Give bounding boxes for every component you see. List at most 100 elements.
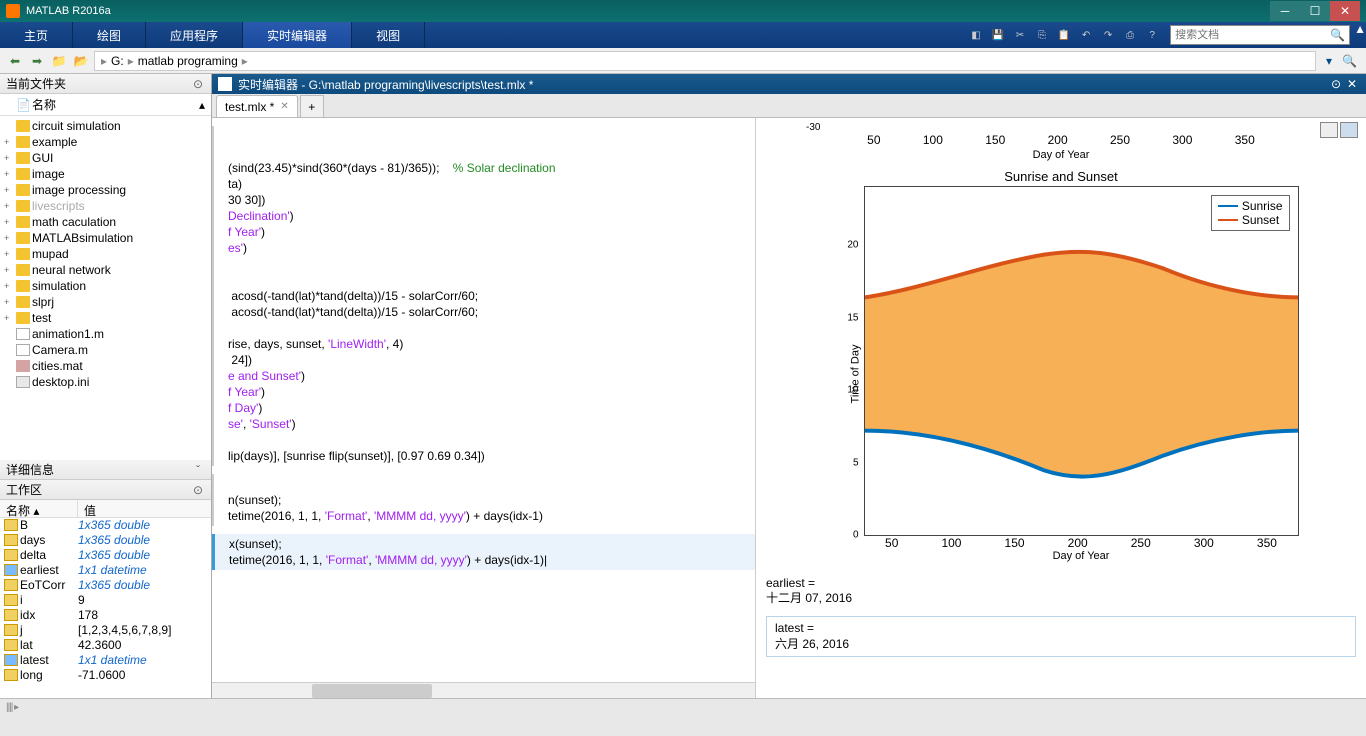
code-horizontal-scrollbar[interactable] [212,682,755,698]
editor-close-icon[interactable]: ✕ [1344,77,1360,91]
workspace-var[interactable]: long-71.0600 [0,668,211,683]
editor-menu-icon[interactable]: ⊙ [1328,77,1344,91]
editor-header: 实时编辑器 - G:\matlab programing\livescripts… [212,74,1366,94]
redo-icon[interactable]: ↷ [1098,25,1118,45]
ribbon-collapse-icon[interactable]: ▲ [1354,22,1366,48]
tree-item[interactable]: +image [0,166,211,182]
app-title: MATLAB R2016a [26,5,1270,17]
tree-item[interactable]: +example [0,134,211,150]
tree-item[interactable]: +simulation [0,278,211,294]
tab-apps[interactable]: 应用程序 [146,22,243,48]
workspace-var[interactable]: idx178 [0,608,211,623]
pane-menu-icon[interactable]: ⊙ [191,77,205,91]
paste-icon[interactable]: 📋 [1054,25,1074,45]
workspace-var[interactable]: j[1,2,3,4,5,6,7,8,9] [0,623,211,638]
details-collapse-icon[interactable]: ˇ [191,463,205,477]
view-side-button[interactable] [1340,122,1358,138]
new-tab-button[interactable]: + [300,95,324,117]
tree-item[interactable]: +livescripts [0,198,211,214]
copy-icon[interactable]: ⎘ [1032,25,1052,45]
minimize-button[interactable]: ─ [1270,1,1300,21]
workspace-var[interactable]: days1x365 double [0,533,211,548]
file-tab[interactable]: test.mlx * ✕ [216,95,298,117]
output-pane[interactable]: -30 50100150200250300350 Day of Year Sun… [756,118,1366,698]
tree-item[interactable]: desktop.ini [0,374,211,390]
workspace-list[interactable]: B1x365 doubledays1x365 doubledelta1x365 … [0,518,211,698]
breadcrumb[interactable]: ▸ G: ▸ matlab programing ▸ [94,51,1316,71]
code-pane[interactable]: (sind(23.45)*sind(360*(days - 81)/365));… [212,118,756,698]
sort-icon[interactable]: ▴ [199,98,205,112]
output-earliest: earliest = 十二月 07, 2016 [766,576,1356,606]
prev-chart-ytick: -30 [806,122,1356,133]
current-folder-header[interactable]: 当前文件夹 ⊙ [0,74,211,94]
chart-xticks: 50100150200250300350 [864,536,1299,550]
tree-item[interactable]: cities.mat [0,358,211,374]
tree-item[interactable]: circuit simulation [0,118,211,134]
tree-item[interactable]: +image processing [0,182,211,198]
workspace-var[interactable]: i9 [0,593,211,608]
status-bar: |||| ▸ [0,698,1366,716]
tab-plots[interactable]: 绘图 [73,22,146,48]
quick-access-toolbar: ◧ 💾 ✂ ⎘ 📋 ↶ ↷ ⎙ ? [966,22,1166,48]
tab-view[interactable]: 视图 [352,22,425,48]
workspace-header[interactable]: 工作区 ⊙ [0,480,211,500]
tree-item[interactable]: +mupad [0,246,211,262]
prev-chart-xlabel: Day of Year [766,149,1356,161]
tree-item[interactable]: animation1.m [0,326,211,342]
workspace-var[interactable]: latest1x1 datetime [0,653,211,668]
tree-item[interactable]: +test [0,310,211,326]
details-header[interactable]: 详细信息 ˇ [0,460,211,480]
search-input[interactable] [1175,29,1330,41]
back-icon[interactable]: ⬅ [6,52,24,70]
browse-dropdown-icon[interactable]: ▾ [1320,52,1338,70]
tree-item[interactable]: +slprj [0,294,211,310]
prev-chart-xticks: 50100150200250300350 [846,133,1276,147]
maximize-button[interactable]: ☐ [1300,1,1330,21]
forward-icon[interactable]: ➡ [28,52,46,70]
sunrise-sunset-chart: Time of Day 05101520 Sunrise Sunset [824,186,1299,562]
folder-columns[interactable]: 📄 名称 ▴ [0,94,211,116]
address-toolbar: ⬅ ➡ 📁 📂 ▸ G: ▸ matlab programing ▸ ▾ 🔍 [0,48,1366,74]
tree-item[interactable]: +math caculation [0,214,211,230]
tree-item[interactable]: +neural network [0,262,211,278]
undo-icon[interactable]: ↶ [1076,25,1096,45]
tab-live-editor[interactable]: 实时编辑器 [243,22,352,48]
close-button[interactable]: ✕ [1330,1,1360,21]
workspace-var[interactable]: delta1x365 double [0,548,211,563]
workspace-var[interactable]: B1x365 double [0,518,211,533]
workspace-var[interactable]: earliest1x1 datetime [0,563,211,578]
tree-item[interactable]: +MATLABsimulation [0,230,211,246]
file-tab-bar: test.mlx * ✕ + [212,94,1366,118]
view-inline-button[interactable] [1320,122,1338,138]
status-grip-icon: |||| ▸ [6,702,18,713]
tree-item[interactable]: +GUI [0,150,211,166]
search-docs[interactable]: 🔍 [1170,25,1350,45]
tab-close-icon[interactable]: ✕ [280,101,288,112]
pane-menu-icon[interactable]: ⊙ [191,483,205,497]
workspace-var[interactable]: EoTCorr1x365 double [0,578,211,593]
save-icon[interactable]: 💾 [988,25,1008,45]
up-icon[interactable]: 📁 [50,52,68,70]
window-titlebar: MATLAB R2016a ─ ☐ ✕ [0,0,1366,22]
output-latest: latest = 六月 26, 2016 [766,616,1356,657]
cut-icon[interactable]: ✂ [1010,25,1030,45]
editor-icon [218,77,232,91]
search-folder-icon[interactable]: 🔍 [1342,54,1360,68]
help-icon[interactable]: ? [1142,25,1162,45]
workspace-var[interactable]: lat42.3600 [0,638,211,653]
chart-xlabel: Day of Year [864,550,1299,562]
tree-item[interactable]: Camera.m [0,342,211,358]
qat-icon[interactable]: ◧ [966,25,986,45]
ribbon-tabs: 主页 绘图 应用程序 实时编辑器 视图 ◧ 💾 ✂ ⎘ 📋 ↶ ↷ ⎙ ? 🔍 … [0,22,1366,48]
tab-home[interactable]: 主页 [0,22,73,48]
matlab-logo-icon [6,4,20,18]
breadcrumb-folder[interactable]: matlab programing [138,54,238,68]
chart-legend: Sunrise Sunset [1211,195,1290,231]
workspace-columns[interactable]: 名称 ▴ 值 [0,500,211,518]
print-icon[interactable]: ⎙ [1120,25,1140,45]
file-tree[interactable]: circuit simulation+example+GUI+image+ima… [0,116,211,460]
breadcrumb-drive[interactable]: G: [111,54,124,68]
chart-title: Sunrise and Sunset [766,169,1356,184]
search-icon[interactable]: 🔍 [1330,28,1345,42]
folder-dropdown-icon[interactable]: 📂 [72,52,90,70]
